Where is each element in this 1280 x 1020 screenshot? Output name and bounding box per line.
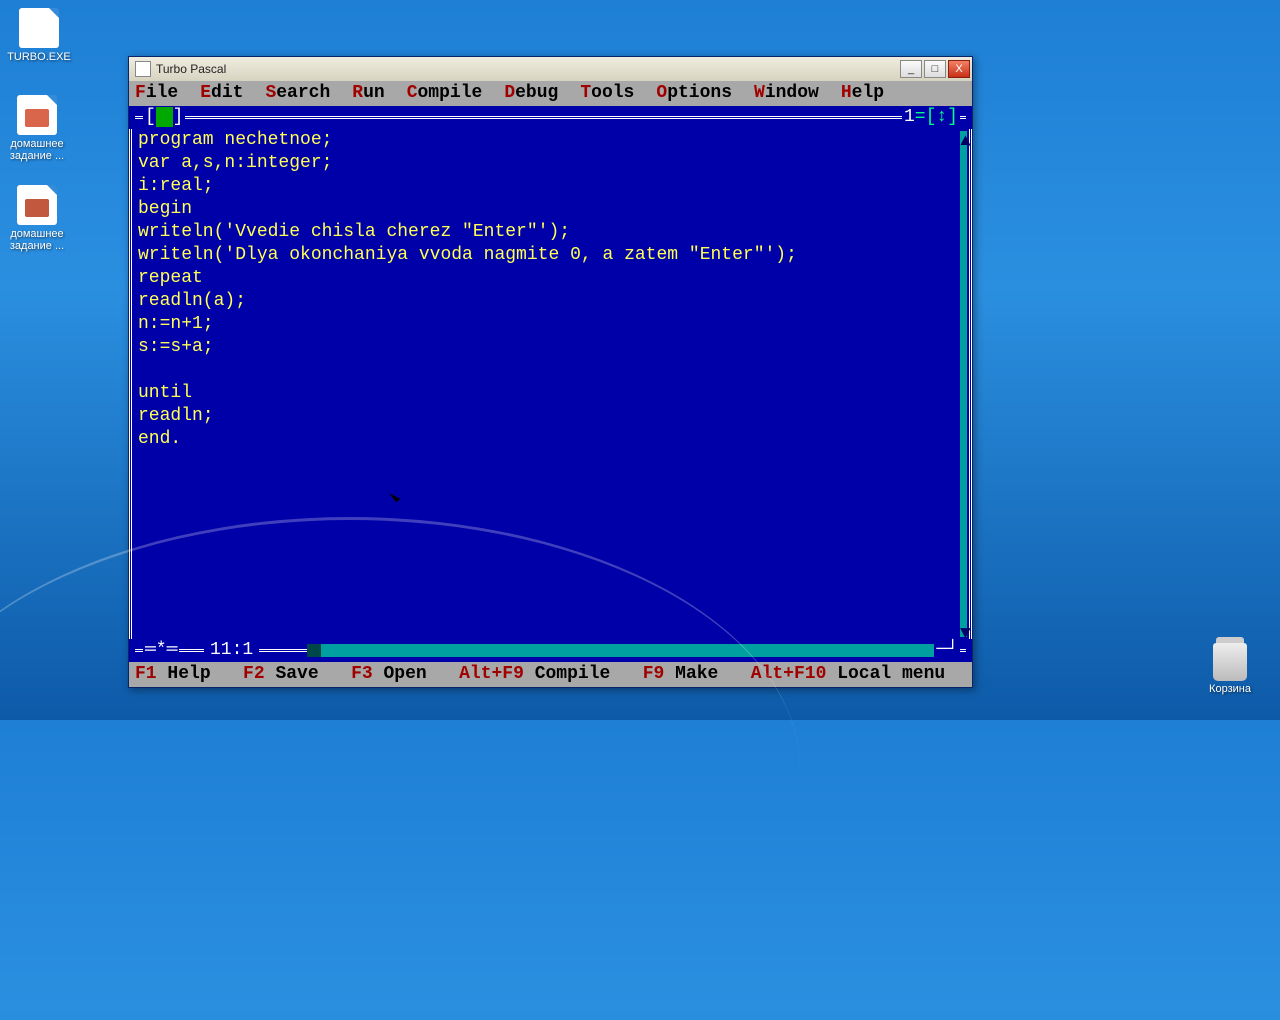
cursor-position: 11:1 xyxy=(204,639,259,662)
code-line: readln(a); xyxy=(138,290,960,313)
horizontal-scrollbar[interactable] xyxy=(307,644,950,657)
code-line: i:real; xyxy=(138,175,960,198)
minimize-button[interactable]: _ xyxy=(900,60,922,78)
editor-top-border: [■] NONAME00.PAS 1=[↕] xyxy=(129,106,972,129)
code-line: var a,s,n:integer; xyxy=(138,152,960,175)
hotkey-f9[interactable]: F9 xyxy=(643,664,665,684)
hotkey-f2[interactable]: F2 xyxy=(243,664,265,684)
code-editor[interactable]: program nechetnoe;var a,s,n:integer;i:re… xyxy=(129,129,960,639)
scroll-up-icon[interactable]: ▲ xyxy=(960,131,967,145)
recycle-bin[interactable]: Корзина xyxy=(1200,643,1260,695)
icon-label: домашнее задание ... xyxy=(2,228,72,252)
code-line: repeat xyxy=(138,267,960,290)
hotkey-label: Make xyxy=(664,664,750,684)
icon-label: TURBO.EXE xyxy=(4,51,74,63)
trash-label: Корзина xyxy=(1200,683,1260,695)
app-icon xyxy=(135,61,151,77)
hotkey-alt+f9[interactable]: Alt+F9 xyxy=(459,664,524,684)
hotkey-label: Help xyxy=(157,664,243,684)
modified-mark: ═*═ xyxy=(143,639,179,662)
code-line: writeln('Dlya okonchaniya vvoda nagmite … xyxy=(138,244,960,267)
hotkey-label: Open xyxy=(373,664,459,684)
ppt-icon xyxy=(17,185,57,225)
hotkey-alt+f10[interactable]: Alt+F10 xyxy=(751,664,827,684)
editor-frame: [■] NONAME00.PAS 1=[↕] program nechetnoe… xyxy=(129,106,972,662)
close-box[interactable]: [■] xyxy=(143,106,185,129)
hotkey-label: Local menu xyxy=(826,664,945,684)
scroll-thumb[interactable] xyxy=(307,644,321,657)
code-line xyxy=(138,359,960,382)
scroll-track[interactable] xyxy=(960,145,967,623)
editor-bottom-border: ═*═ 11:1 ─┘ xyxy=(129,639,972,662)
maximize-button[interactable]: □ xyxy=(924,60,946,78)
close-button[interactable]: X xyxy=(948,60,970,78)
menu-run[interactable]: Run xyxy=(352,82,384,105)
trash-icon xyxy=(1213,643,1247,681)
menu-help[interactable]: Help xyxy=(841,82,884,105)
vertical-scrollbar[interactable]: ▲ ▼ xyxy=(960,129,972,639)
window-indicator[interactable]: 1=[↕] xyxy=(902,106,960,129)
hotkey-label: Save xyxy=(265,664,351,684)
window-title: Turbo Pascal xyxy=(156,62,226,76)
code-line: begin xyxy=(138,198,960,221)
desktop-icon-hw2[interactable]: домашнее задание ... xyxy=(2,185,72,252)
hotkey-f3[interactable]: F3 xyxy=(351,664,373,684)
code-line: end. xyxy=(138,428,960,451)
menu-compile[interactable]: Compile xyxy=(407,82,483,105)
desktop-icon-hw1[interactable]: домашнее задание ... xyxy=(2,95,72,162)
exe-icon xyxy=(19,8,59,48)
desktop-icon-turbo[interactable]: TURBO.EXE xyxy=(4,8,74,63)
code-line: writeln('Vvedie chisla cherez "Enter"'); xyxy=(138,221,960,244)
menu-options[interactable]: Options xyxy=(656,82,732,105)
icon-label: домашнее задание ... xyxy=(2,138,72,162)
titlebar[interactable]: Turbo Pascal _ □ X xyxy=(129,57,972,81)
scroll-down-icon[interactable]: ▼ xyxy=(960,623,967,637)
menu-window[interactable]: Window xyxy=(754,82,819,105)
code-line: readln; xyxy=(138,405,960,428)
hotkey-label: Compile xyxy=(524,664,643,684)
app-window: Turbo Pascal _ □ X File Edit Search Run Comp… xyxy=(128,56,973,688)
code-line: n:=n+1; xyxy=(138,313,960,336)
statusbar: F1 Help F2 Save F3 Open Alt+F9 Compile F… xyxy=(129,662,972,687)
code-line: until xyxy=(138,382,960,405)
menu-search[interactable]: Search xyxy=(265,82,330,105)
resize-corner[interactable]: ─┘ xyxy=(934,639,960,662)
code-line: program nechetnoe; xyxy=(138,129,960,152)
menu-file[interactable]: File xyxy=(135,82,178,105)
hotkey-f1[interactable]: F1 xyxy=(135,664,157,684)
code-line: s:=s+a; xyxy=(138,336,960,359)
menu-debug[interactable]: Debug xyxy=(504,82,558,105)
menu-tools[interactable]: Tools xyxy=(580,82,634,105)
tui-container: File Edit Search Run Compile Debug Tools Option… xyxy=(129,81,972,687)
ppt-icon xyxy=(17,95,57,135)
menubar: File Edit Search Run Compile Debug Tools Option… xyxy=(129,81,972,106)
menu-edit[interactable]: Edit xyxy=(200,82,243,105)
